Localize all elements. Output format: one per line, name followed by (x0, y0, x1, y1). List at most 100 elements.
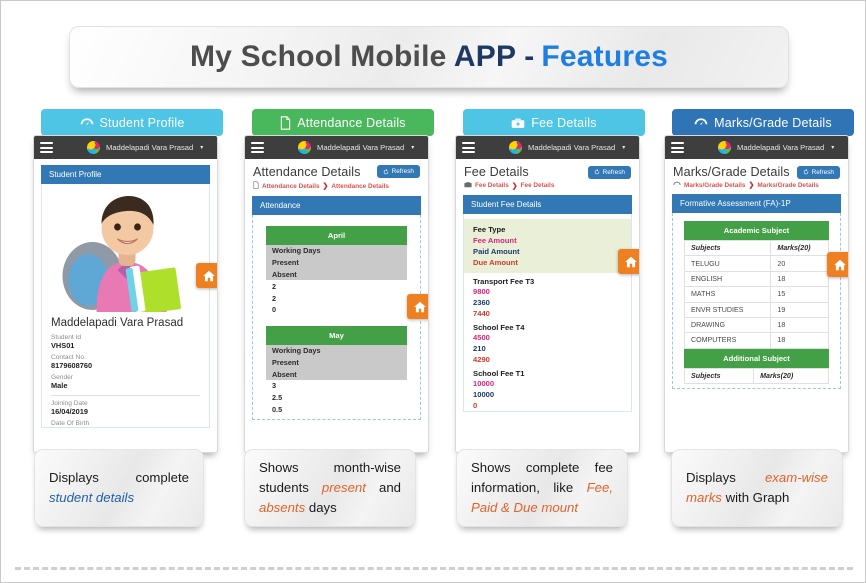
breadcrumb-item-1[interactable]: Fee Details (475, 182, 509, 189)
field-value-student-id: VHS01 (51, 341, 75, 351)
refresh-button[interactable]: Refresh (796, 165, 840, 179)
phone-attendance: Maddelapadi Vara Prasad ▾ Attendance Det… (244, 135, 429, 453)
phone-fee: Maddelapadi Vara Prasad ▾ Fee Details Re… (455, 135, 640, 453)
value-working-days: 2 (272, 281, 277, 291)
cell-marks: 18 (770, 270, 829, 288)
page-head: Marks/Grade Details Refresh (665, 159, 848, 181)
breadcrumb-item-2[interactable]: Fee Details (521, 182, 555, 189)
field-label-gender: Gender (51, 374, 73, 382)
slide-canvas: My School Mobile APP - Features Student P… (0, 0, 866, 583)
label-present: Present (272, 357, 299, 367)
month-header-april: April (266, 226, 407, 245)
fee-row: School Fee T4 4500 210 4290 (464, 319, 631, 365)
table-row: DRAWING 18 (683, 316, 829, 334)
chevron-down-icon[interactable]: ▾ (411, 144, 414, 151)
table-header-row: Subjects Marks(20) (683, 367, 829, 385)
chevron-down-icon[interactable]: ▾ (622, 144, 625, 151)
label-absent: Absent (272, 269, 297, 279)
card-header-marks: Marks/Grade Details (672, 109, 854, 136)
refresh-label: Refresh (602, 168, 625, 176)
home-button[interactable] (827, 252, 848, 277)
caption-plain-3: days (305, 499, 337, 515)
value-absent: 0.5 (272, 404, 283, 414)
caption-card-attendance: Shows month-wise students present and ab… (244, 449, 416, 527)
cell-subject: MATHS (683, 286, 772, 303)
app-bar: Maddelapadi Vara Prasad ▾ (34, 136, 217, 159)
fee-column-labels: Fee Type Fee Amount Paid Amount Due Amou… (464, 219, 631, 273)
hamburger-menu-icon[interactable] (462, 140, 475, 155)
user-name: Maddelapadi Vara Prasad (106, 143, 194, 152)
label-absent: Absent (272, 369, 297, 379)
speedometer-icon (694, 117, 708, 128)
app-bar: Maddelapadi Vara Prasad ▾ (245, 136, 428, 159)
home-button[interactable] (196, 263, 217, 288)
label-working-days: Working Days (272, 246, 321, 256)
card-header-label: Student Profile (99, 115, 185, 130)
refresh-button[interactable]: Refresh (376, 165, 420, 178)
cell-marks: 15 (770, 286, 829, 303)
fee-amount: 10000 (473, 379, 495, 388)
hamburger-menu-icon[interactable] (251, 140, 264, 155)
caption-plain-1: Displays (686, 470, 765, 486)
table-header-additional-subject: Additional Subject (684, 348, 829, 368)
fee-label-fee-amount: Fee Amount (473, 236, 517, 245)
hamburger-menu-icon[interactable] (671, 140, 684, 155)
fee-amount: 9800 (473, 287, 490, 296)
page-head: Attendance Details Refresh (245, 159, 428, 181)
title-main: My School Mobile (189, 40, 454, 73)
chevron-down-icon[interactable]: ▾ (200, 144, 203, 151)
breadcrumb-item-2[interactable]: Attendance Details (331, 183, 389, 190)
refresh-button[interactable]: Refresh (587, 165, 631, 179)
student-photo (42, 184, 209, 312)
avatar (298, 141, 311, 154)
breadcrumb-item-1[interactable]: Marks/Grade Details (684, 182, 745, 189)
caption-text: Displays exam-wise marks with Graph (686, 468, 828, 508)
table-row: MATHS 15 (683, 286, 829, 303)
speedometer-icon (673, 181, 681, 189)
value-working-days: 3 (272, 381, 277, 391)
home-button[interactable] (618, 249, 639, 274)
app-bar: Maddelapadi Vara Prasad ▾ (456, 136, 639, 159)
field-label-joining-date: Joining Date (51, 400, 88, 408)
divider (51, 395, 200, 397)
paid-amount: 10000 (473, 390, 495, 399)
caption-plain-2: with Graph (721, 490, 790, 505)
month-header-may: May (266, 325, 407, 345)
fee-amount: 4500 (473, 333, 490, 342)
due-amount: 4290 (473, 355, 490, 364)
caption-text: Shows month-wise students present and ab… (259, 458, 401, 517)
phone-student-profile: Maddelapadi Vara Prasad ▾ Student Profil… (33, 135, 218, 453)
table-row: TELUGU 20 (683, 255, 829, 272)
title-app: APP - (453, 40, 535, 73)
field-value-gender: Male (51, 381, 68, 391)
caption-emphasis-1: present (321, 480, 366, 496)
cell-marks: 18 (770, 332, 829, 349)
breadcrumb-item-1[interactable]: Attendance Details (262, 183, 320, 190)
chevron-down-icon[interactable]: ▾ (831, 144, 834, 151)
home-button[interactable] (407, 294, 428, 319)
briefcase-icon (464, 181, 472, 190)
label-working-days: Working Days (272, 346, 321, 356)
user-name: Maddelapadi Vara Prasad (317, 143, 405, 152)
section-title-attendance: Attendance (252, 196, 421, 215)
card-header-label: Marks/Grade Details (714, 115, 832, 130)
caption-text: Shows complete fee information, like Fee… (471, 458, 613, 517)
attendance-values-april: 2 2 0 (266, 280, 407, 316)
value-present: 2.5 (272, 393, 283, 403)
field-value-joining-date: 16/04/2019 (51, 407, 88, 417)
student-name: Maddelapadi Vara Prasad (51, 317, 184, 329)
briefcase-icon (511, 117, 525, 129)
hamburger-menu-icon[interactable] (40, 140, 53, 155)
document-icon (280, 115, 291, 130)
feature-column-marks: Marks/Grade Details Maddelapadi Vara Pra… (664, 109, 860, 453)
fee-type: School Fee T4 (473, 323, 525, 332)
breadcrumb-separator: ❯ (748, 182, 755, 189)
fee-label-fee-type: Fee Type (473, 225, 506, 234)
page-head: Fee Details Refresh (456, 159, 639, 181)
refresh-icon (594, 169, 599, 175)
refresh-icon (383, 168, 388, 174)
breadcrumb-item-2[interactable]: Marks/Grade Details (757, 182, 818, 189)
card-header-student-profile: Student Profile (41, 109, 223, 136)
table-row: COMPUTERS 18 (683, 332, 829, 349)
value-absent: 0 (272, 305, 277, 315)
